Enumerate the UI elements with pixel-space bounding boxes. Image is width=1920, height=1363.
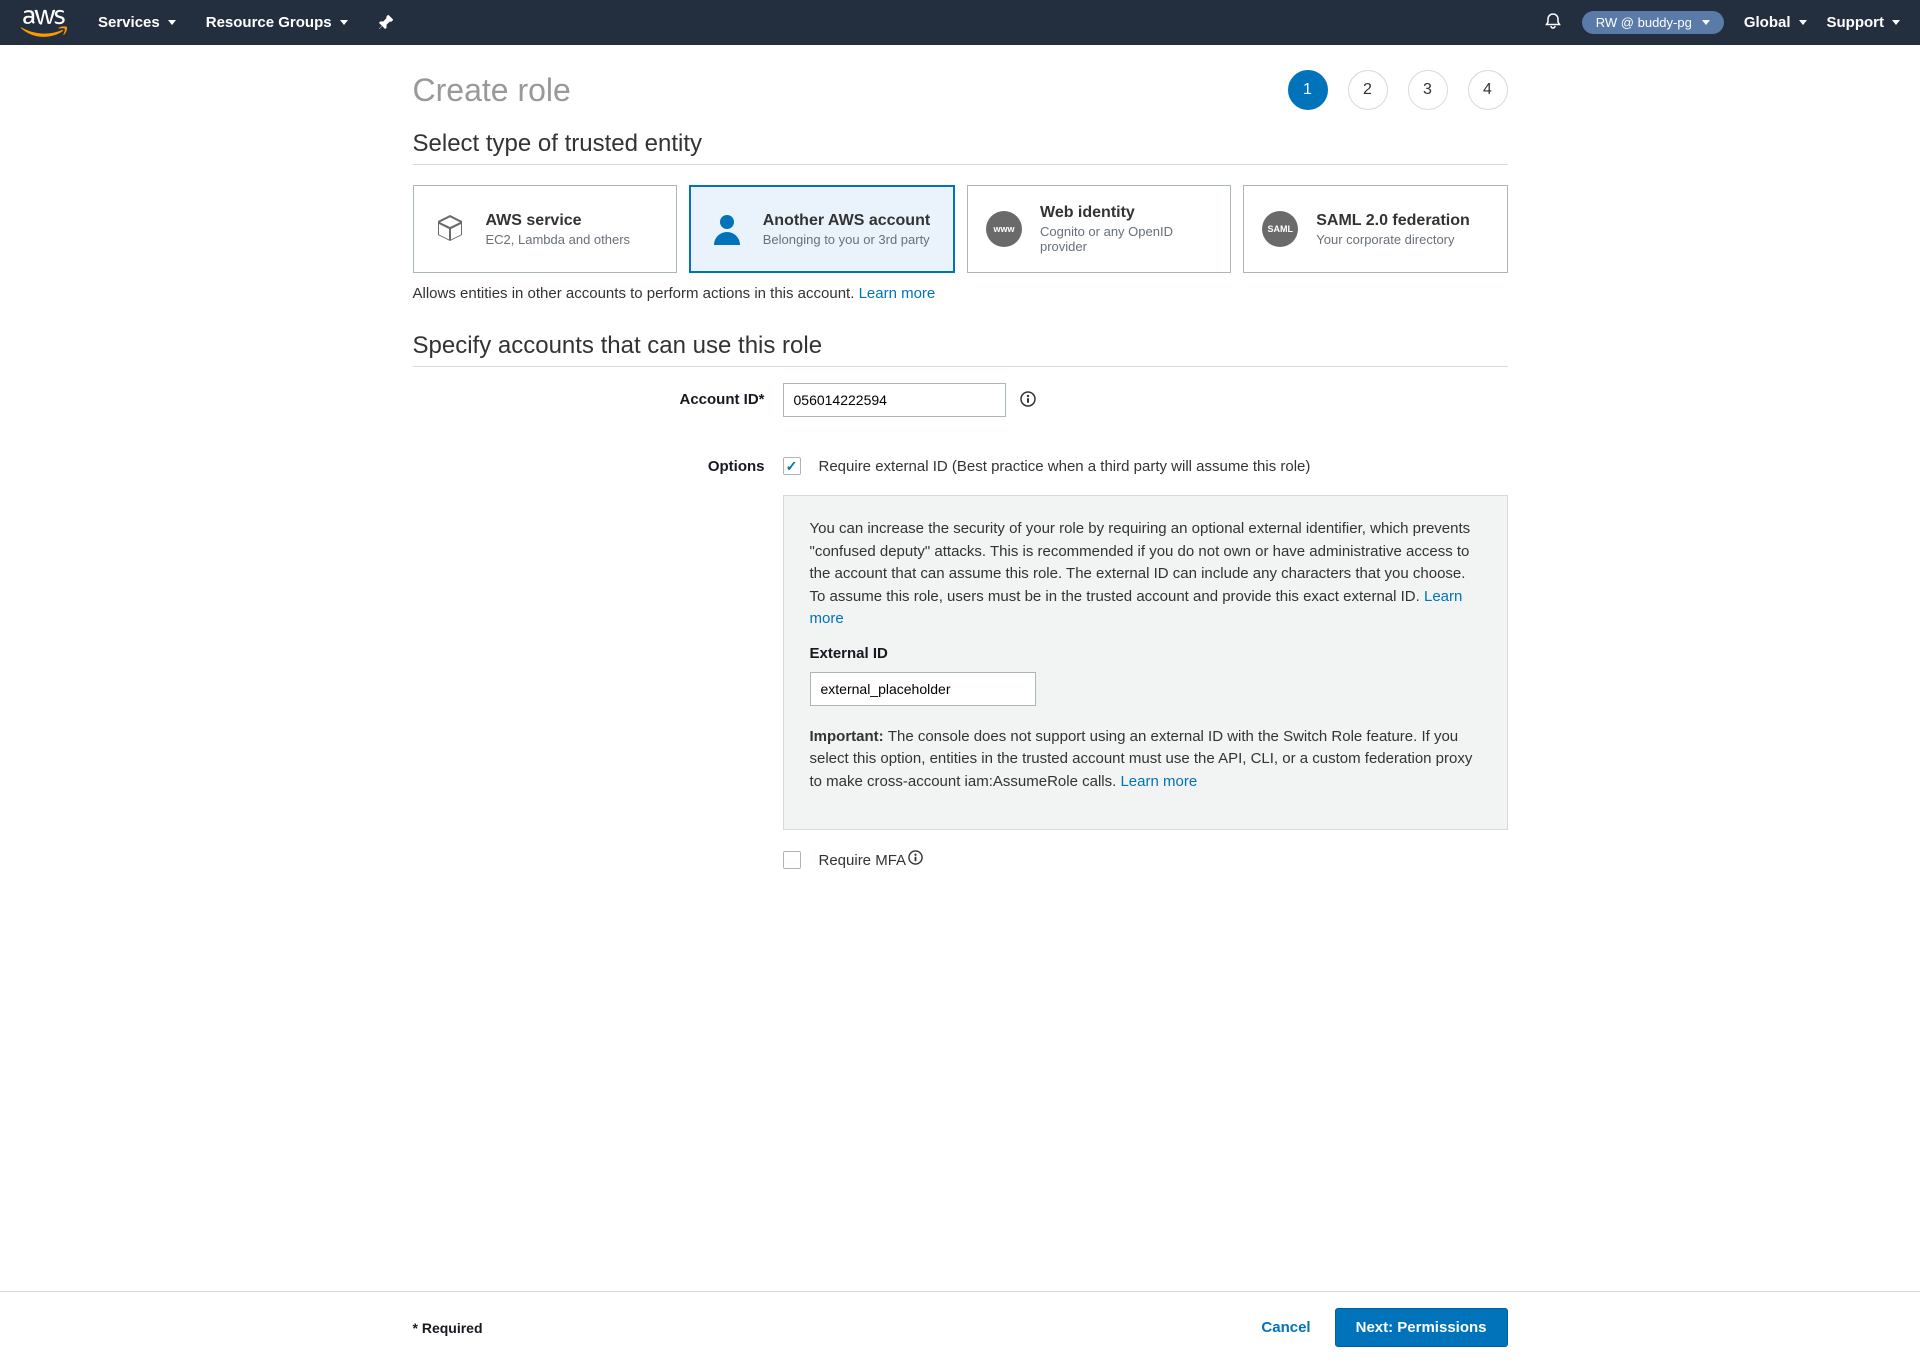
- bell-icon[interactable]: [1544, 12, 1562, 33]
- entity-card-aws-service[interactable]: AWS service EC2, Lambda and others: [413, 185, 677, 273]
- nav-services[interactable]: Services: [98, 14, 176, 31]
- entity-card-another-account[interactable]: Another AWS account Belonging to you or …: [689, 185, 955, 273]
- cube-icon: [430, 209, 470, 249]
- require-external-id-checkbox[interactable]: [783, 457, 801, 475]
- footer-bar: * Required Cancel Next: Permissions: [0, 1291, 1920, 1363]
- chevron-down-icon: [168, 20, 176, 25]
- nav-resource-groups-label: Resource Groups: [206, 14, 332, 31]
- account-id-label: Account ID*: [413, 383, 783, 408]
- aws-logo[interactable]: [20, 9, 68, 37]
- options-label: Options: [413, 457, 783, 475]
- learn-more-link[interactable]: Learn more: [859, 285, 936, 302]
- entity-sub: Belonging to you or 3rd party: [763, 232, 930, 247]
- account-id-input[interactable]: [783, 383, 1006, 417]
- next-permissions-button[interactable]: Next: Permissions: [1335, 1308, 1508, 1347]
- cancel-button[interactable]: Cancel: [1261, 1319, 1310, 1336]
- entity-title: Another AWS account: [763, 212, 930, 230]
- step-2[interactable]: 2: [1348, 70, 1388, 110]
- entity-cards: AWS service EC2, Lambda and others Anoth…: [413, 185, 1508, 273]
- step-1[interactable]: 1: [1288, 70, 1328, 110]
- www-icon: www: [984, 209, 1024, 249]
- wizard-steps: 1 2 3 4: [1288, 70, 1508, 110]
- entity-title: SAML 2.0 federation: [1316, 212, 1470, 230]
- nav-support-label: Support: [1827, 14, 1885, 31]
- mfa-row: Require MFA: [783, 850, 1508, 869]
- top-nav: Services Resource Groups RW @ buddy-pg G…: [0, 0, 1920, 45]
- entity-sub: EC2, Lambda and others: [486, 232, 631, 247]
- required-note: * Required: [413, 1320, 483, 1336]
- external-id-info-panel: You can increase the security of your ro…: [783, 495, 1508, 830]
- section-accounts-title: Specify accounts that can use this role: [413, 332, 1508, 367]
- entity-title: Web identity: [1040, 204, 1214, 222]
- entity-sub: Your corporate directory: [1316, 232, 1470, 247]
- nav-resource-groups[interactable]: Resource Groups: [206, 14, 348, 31]
- nav-services-label: Services: [98, 14, 160, 31]
- entity-card-web-identity[interactable]: www Web identity Cognito or any OpenID p…: [967, 185, 1231, 273]
- person-icon: [707, 209, 747, 249]
- step-4[interactable]: 4: [1468, 70, 1508, 110]
- entity-sub: Cognito or any OpenID provider: [1040, 224, 1214, 254]
- entity-card-saml[interactable]: SAML SAML 2.0 federation Your corporate …: [1243, 185, 1507, 273]
- nav-region-label: Global: [1744, 14, 1791, 31]
- pin-icon[interactable]: [378, 13, 394, 32]
- step-3[interactable]: 3: [1408, 70, 1448, 110]
- require-external-id-label: Require external ID (Best practice when …: [819, 458, 1311, 475]
- main-content: Create role 1 2 3 4 Select type of trust…: [413, 45, 1508, 949]
- entity-description: Allows entities in other accounts to per…: [413, 285, 1508, 302]
- nav-support[interactable]: Support: [1827, 14, 1901, 31]
- require-mfa-label: Require MFA: [819, 850, 924, 869]
- external-id-input[interactable]: [810, 672, 1036, 706]
- section-entity-title: Select type of trusted entity: [413, 130, 1508, 165]
- info-icon[interactable]: [1020, 391, 1036, 410]
- page-title: Create role: [413, 72, 571, 109]
- require-mfa-checkbox[interactable]: [783, 851, 801, 869]
- important-note: Important: The console does not support …: [810, 726, 1481, 794]
- learn-more-link[interactable]: Learn more: [1120, 773, 1197, 790]
- saml-icon: SAML: [1260, 209, 1300, 249]
- account-menu[interactable]: RW @ buddy-pg: [1582, 11, 1724, 34]
- info-icon[interactable]: [908, 850, 923, 865]
- chevron-down-icon: [340, 20, 348, 25]
- entity-title: AWS service: [486, 212, 631, 230]
- chevron-down-icon: [1799, 20, 1807, 25]
- chevron-down-icon: [1702, 20, 1710, 25]
- account-label: RW @ buddy-pg: [1596, 15, 1692, 30]
- chevron-down-icon: [1892, 20, 1900, 25]
- external-id-label: External ID: [810, 645, 1481, 662]
- info-text: You can increase the security of your ro…: [810, 518, 1481, 631]
- nav-region[interactable]: Global: [1744, 14, 1807, 31]
